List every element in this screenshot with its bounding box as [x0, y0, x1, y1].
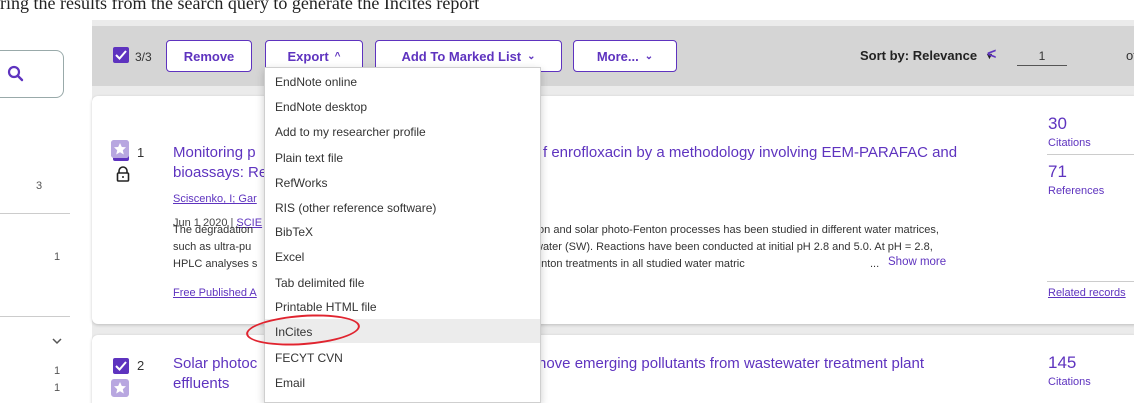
- filter-count: 3: [36, 180, 43, 192]
- export-menu: EndNote online EndNote desktop Add to my…: [264, 67, 541, 403]
- favorite-button[interactable]: [111, 379, 129, 397]
- export-label: Export: [287, 48, 329, 64]
- menu-item-tab-delimited[interactable]: Tab delimited file: [275, 276, 364, 290]
- menu-item-endnote-desktop[interactable]: EndNote desktop: [275, 100, 367, 114]
- abstract-line: ton and solar photo-Fenton processes has…: [535, 224, 939, 236]
- result-title[interactable]: nove emerging pollutants from wastewater…: [538, 353, 924, 374]
- result-number: 2: [137, 358, 145, 373]
- check-icon: [115, 361, 127, 371]
- result-title[interactable]: effluents: [173, 373, 229, 394]
- citations-label[interactable]: Citations: [1048, 376, 1091, 388]
- star-icon-bg[interactable]: [111, 140, 129, 158]
- star-icon: [114, 382, 126, 394]
- ellipsis-text: ...: [870, 258, 880, 270]
- menu-item-plain-text[interactable]: Plain text file: [275, 151, 343, 165]
- chevron-up-icon: ^: [334, 50, 341, 62]
- citations-label[interactable]: Citations: [1048, 137, 1091, 149]
- menu-item-endnote-online[interactable]: EndNote online: [275, 75, 357, 89]
- select-all-checkbox[interactable]: [113, 47, 129, 63]
- citations-count[interactable]: 30: [1048, 114, 1067, 134]
- sort-label: Sort by: Relevance: [860, 48, 978, 63]
- chevron-down-icon[interactable]: [50, 334, 64, 348]
- abstract-line: HPLC analyses s: [173, 258, 258, 270]
- references-count[interactable]: 71: [1048, 162, 1067, 182]
- filter-count: 1: [54, 365, 61, 377]
- divider: [0, 213, 70, 214]
- previous-page-button[interactable]: <: [987, 46, 996, 64]
- star-icon: [114, 143, 126, 155]
- references-label[interactable]: References: [1048, 185, 1104, 197]
- divider: [1047, 154, 1134, 155]
- menu-item-bibtex[interactable]: BibTeX: [275, 225, 313, 239]
- search-button[interactable]: [0, 50, 64, 98]
- result-checkbox[interactable]: [113, 358, 129, 374]
- menu-item-refworks[interactable]: RefWorks: [275, 176, 327, 190]
- remove-button[interactable]: Remove: [166, 40, 252, 72]
- menu-item-excel[interactable]: Excel: [275, 250, 304, 264]
- related-records-link[interactable]: Related records: [1048, 287, 1126, 299]
- result-authors[interactable]: Sciscenko, I; Gar: [173, 193, 257, 205]
- selection-count: 3/3: [135, 50, 152, 64]
- page-of-label: of: [1126, 48, 1134, 63]
- divider: [0, 316, 70, 317]
- more-label: More...: [596, 48, 639, 64]
- sort-by-dropdown[interactable]: Sort by: Relevance ▼: [860, 48, 994, 63]
- menu-item-researcher-profile[interactable]: Add to my researcher profile: [275, 125, 426, 139]
- menu-item-incites[interactable]: InCites: [275, 325, 312, 339]
- free-published-link[interactable]: Free Published A: [173, 287, 257, 299]
- menu-item-ris[interactable]: RIS (other reference software): [275, 201, 436, 215]
- filter-count: 1: [54, 251, 61, 263]
- abstract-line: The degradation: [173, 224, 254, 236]
- result-title[interactable]: bioassays: Re: [173, 162, 267, 183]
- result-title[interactable]: Monitoring p: [173, 142, 256, 163]
- abstract-left: The degradation such as ultra-pu HPLC an…: [173, 222, 257, 273]
- menu-item-printable-html[interactable]: Printable HTML file: [275, 300, 377, 314]
- lock-icon: [116, 166, 130, 182]
- divider: [1047, 281, 1134, 282]
- menu-item-fecyt-cvn[interactable]: FECYT CVN: [275, 351, 343, 365]
- result-title[interactable]: f enrofloxacin by a methodology involvin…: [543, 142, 957, 163]
- abstract-line: water (SW). Reactions have been conducte…: [535, 241, 933, 253]
- page-number-input[interactable]: [1017, 46, 1067, 66]
- show-more-link[interactable]: Show more: [888, 256, 946, 268]
- result-number: 1: [137, 145, 145, 160]
- chevron-down-icon: ⌄: [527, 50, 536, 62]
- check-icon: [115, 50, 127, 60]
- result-title[interactable]: Solar photoc: [173, 353, 257, 374]
- add-marked-list-label: Add To Marked List: [401, 48, 522, 64]
- filter-count: 1: [54, 382, 61, 394]
- more-button[interactable]: More... ⌄: [573, 40, 677, 72]
- citations-count[interactable]: 145: [1048, 353, 1076, 373]
- search-icon: [7, 65, 24, 82]
- chevron-down-icon: ⌄: [644, 50, 654, 62]
- top-caption-text: ring the results from the search query t…: [0, 0, 480, 13]
- abstract-line: such as ultra-pu: [173, 241, 252, 253]
- remove-label: Remove: [183, 48, 235, 64]
- menu-item-email[interactable]: Email: [275, 376, 305, 390]
